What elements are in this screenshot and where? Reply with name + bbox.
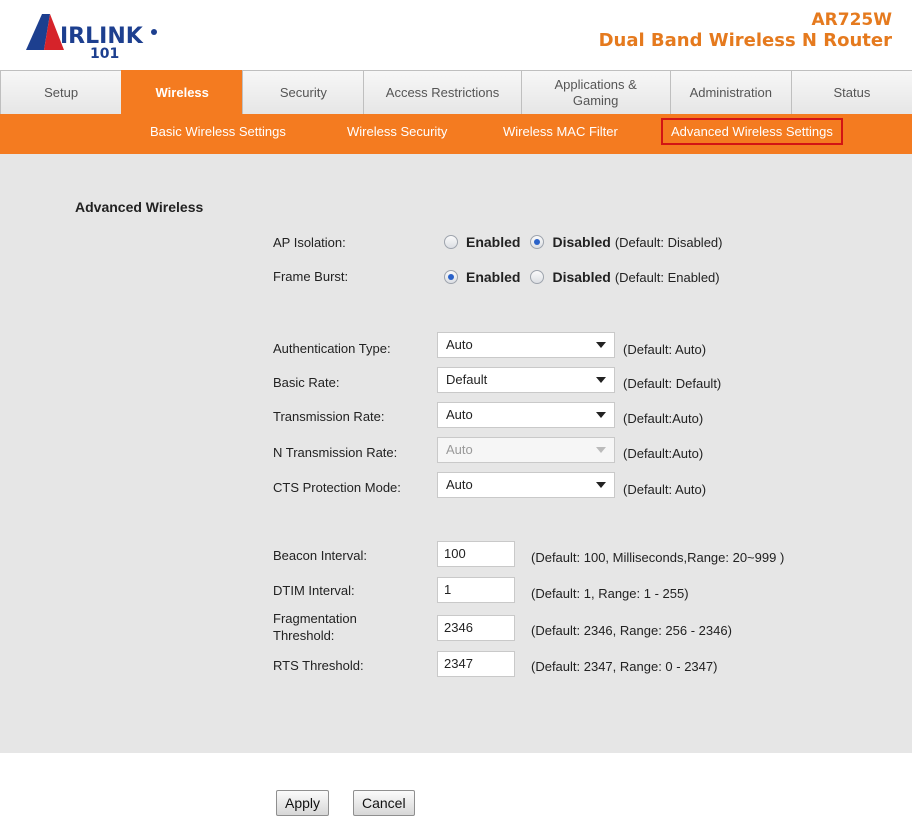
auth-type-value: Auto (446, 337, 473, 352)
frame-burst-group: Enabled Disabled (Default: Enabled) (444, 269, 720, 285)
beacon-interval-label: Beacon Interval: (273, 548, 367, 563)
tab-access-restrictions[interactable]: Access Restrictions (363, 70, 522, 114)
subnav-basic-wireless-settings[interactable]: Basic Wireless Settings (150, 124, 286, 139)
ap-isolation-enabled-radio[interactable] (444, 235, 458, 249)
rts-threshold-input[interactable]: 2347 (437, 651, 515, 677)
subnav-advanced-wireless-settings[interactable]: Advanced Wireless Settings (661, 118, 843, 145)
n-tx-rate-value: Auto (446, 442, 473, 457)
ap-isolation-label: AP Isolation: (273, 235, 346, 250)
ap-isolation-group: Enabled Disabled (Default: Disabled) (444, 234, 722, 250)
tab-administration[interactable]: Administration (669, 70, 792, 114)
subnav-wireless-mac-filter[interactable]: Wireless MAC Filter (503, 124, 618, 139)
chevron-down-icon (596, 377, 606, 383)
chevron-down-icon (596, 342, 606, 348)
fragmentation-threshold-label: Fragmentation Threshold: (273, 610, 357, 644)
frame-burst-disabled-radio[interactable] (530, 270, 545, 284)
n-tx-rate-label: N Transmission Rate: (273, 445, 398, 460)
dtim-interval-label: DTIM Interval: (273, 583, 355, 598)
tab-security[interactable]: Security (242, 70, 365, 114)
product-name: Dual Band Wireless N Router (598, 30, 892, 51)
chevron-down-icon (596, 482, 606, 488)
fragmentation-threshold-input[interactable]: 2346 (437, 615, 515, 641)
basic-rate-default: (Default: Default) (623, 376, 722, 391)
tx-rate-default: (Default:Auto) (623, 411, 704, 426)
tab-setup[interactable]: Setup (0, 70, 123, 114)
main-tabs: Setup Wireless Security Access Restricti… (0, 70, 912, 114)
beacon-interval-input[interactable]: 100 (437, 541, 515, 567)
tx-rate-value: Auto (446, 407, 473, 422)
airlink-logo: IRLINK 101 (20, 10, 160, 62)
basic-rate-select[interactable]: Default (437, 367, 615, 393)
rts-threshold-label: RTS Threshold: (273, 658, 364, 673)
ap-isolation-enabled-label: Enabled (466, 234, 521, 250)
fragmentation-label-line1: Fragmentation (273, 611, 357, 626)
fragmentation-threshold-default: (Default: 2346, Range: 256 - 2346) (531, 623, 732, 638)
ap-isolation-disabled-radio[interactable] (530, 235, 545, 249)
tab-applications-gaming[interactable]: Applications & Gaming (520, 70, 671, 114)
basic-rate-label: Basic Rate: (273, 375, 340, 390)
n-tx-rate-select: Auto (437, 437, 615, 463)
chevron-down-icon (596, 447, 606, 453)
frame-burst-disabled-label: Disabled (552, 269, 611, 285)
rts-threshold-default: (Default: 2347, Range: 0 - 2347) (531, 659, 718, 674)
tab-wireless[interactable]: Wireless (121, 70, 244, 114)
header: IRLINK 101 AR725W Dual Band Wireless N R… (0, 0, 912, 68)
frame-burst-enabled-radio[interactable] (444, 270, 458, 284)
cts-mode-default: (Default: Auto) (623, 482, 707, 497)
tx-rate-label: Transmission Rate: (273, 409, 385, 424)
frame-burst-enabled-label: Enabled (466, 269, 521, 285)
n-tx-rate-default: (Default:Auto) (623, 446, 704, 461)
cts-mode-label: CTS Protection Mode: (273, 480, 401, 495)
tab-status[interactable]: Status (790, 70, 912, 114)
auth-type-default: (Default: Auto) (623, 342, 707, 357)
frame-burst-label: Frame Burst: (273, 269, 349, 284)
svg-text:101: 101 (90, 46, 119, 62)
apply-button[interactable]: Apply (276, 790, 330, 816)
subnav-wireless-security[interactable]: Wireless Security (347, 124, 447, 139)
auth-type-label: Authentication Type: (273, 341, 391, 356)
model-name: AR725W (811, 10, 892, 30)
basic-rate-value: Default (446, 372, 488, 387)
chevron-down-icon (596, 412, 606, 418)
ap-isolation-default: (Default: Disabled) (614, 234, 723, 250)
sub-navigation: Basic Wireless Settings Wireless Securit… (0, 114, 912, 154)
section-title: Advanced Wireless (75, 199, 204, 215)
dtim-interval-default: (Default: 1, Range: 1 - 255) (531, 586, 689, 601)
ap-isolation-disabled-label: Disabled (552, 234, 611, 250)
settings-panel: Advanced Wireless AP Isolation: Enabled … (0, 154, 912, 753)
fragmentation-label-line2: Threshold: (273, 628, 335, 643)
frame-burst-default: (Default: Enabled) (614, 269, 720, 285)
cts-mode-select[interactable]: Auto (437, 472, 615, 498)
cts-mode-value: Auto (446, 477, 473, 492)
tx-rate-select[interactable]: Auto (437, 402, 615, 428)
cancel-button[interactable]: Cancel (353, 790, 415, 816)
beacon-interval-default: (Default: 100, Milliseconds,Range: 20~99… (531, 550, 785, 565)
auth-type-select[interactable]: Auto (437, 332, 615, 358)
dtim-interval-input[interactable]: 1 (437, 577, 515, 603)
